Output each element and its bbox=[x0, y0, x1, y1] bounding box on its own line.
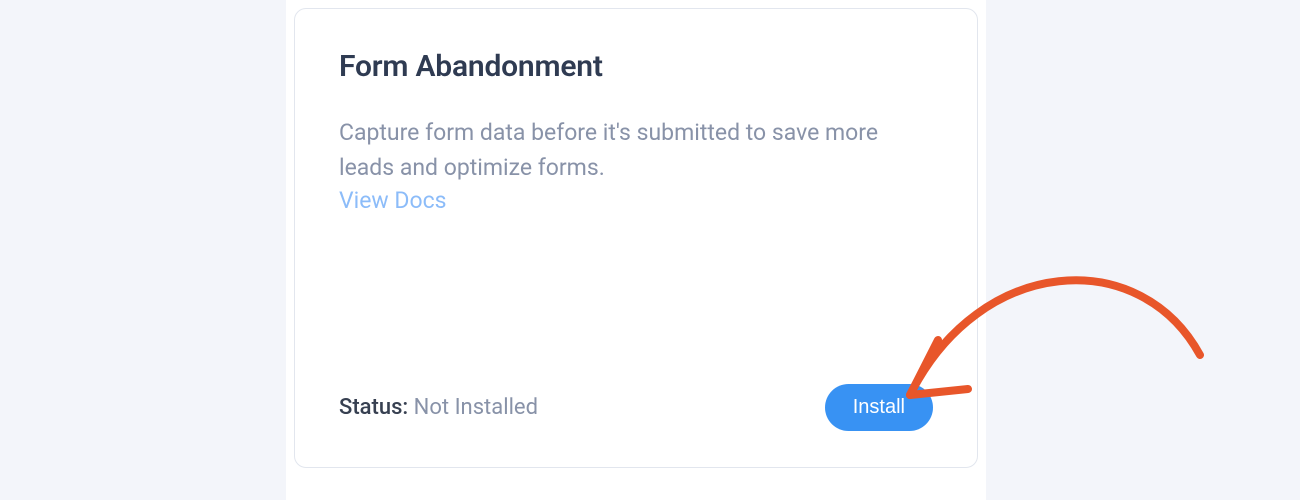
card-description: Capture form data before it's submitted … bbox=[339, 116, 933, 185]
card-footer: Status: Not Installed Install bbox=[339, 384, 933, 431]
status-value: Not Installed bbox=[414, 395, 538, 420]
card-title: Form Abandonment bbox=[339, 49, 933, 84]
addon-card: Form Abandonment Capture form data befor… bbox=[294, 8, 978, 468]
card-container: Form Abandonment Capture form data befor… bbox=[286, 0, 986, 500]
status-label: Status: bbox=[339, 395, 408, 420]
status-text: Status: Not Installed bbox=[339, 395, 538, 420]
install-button[interactable]: Install bbox=[825, 384, 933, 431]
view-docs-link[interactable]: View Docs bbox=[339, 187, 447, 214]
